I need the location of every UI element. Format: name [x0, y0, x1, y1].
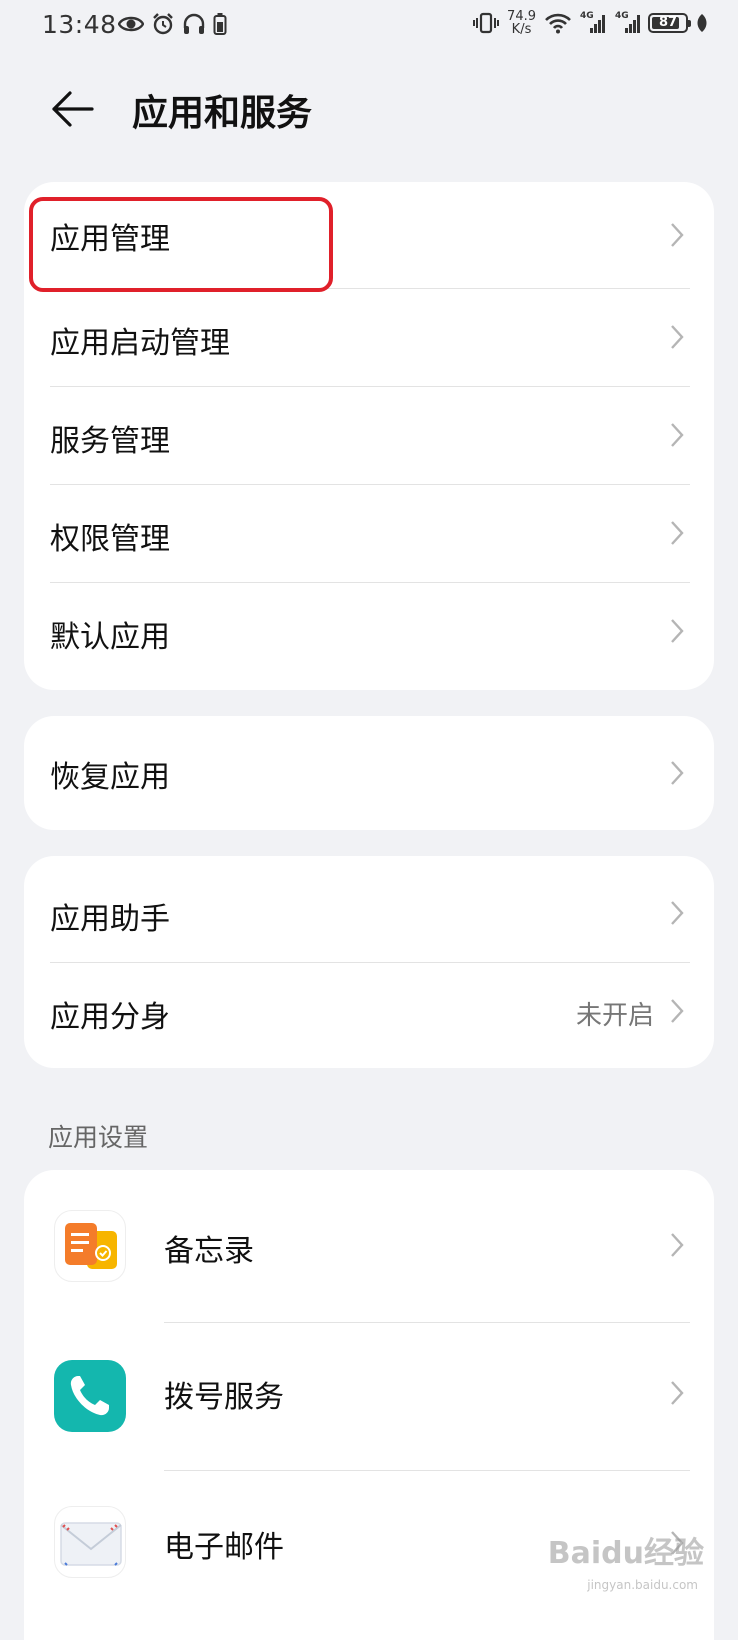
watermark-logo: Baidu经验 — [547, 1536, 704, 1571]
status-left-icons — [118, 12, 227, 36]
chevron-right-icon — [671, 619, 684, 643]
chevron-right-icon — [671, 223, 684, 247]
menu-item-label: 服务管理 — [50, 424, 170, 459]
section-title-app-settings: 应用设置 — [48, 1123, 149, 1152]
app-item-memo[interactable]: 备忘录 — [24, 1170, 714, 1322]
eye-icon — [118, 16, 144, 32]
menu-item-app-twin[interactable]: 应用分身 未开启 — [24, 962, 714, 1068]
chevron-right-icon — [671, 761, 684, 785]
wifi-icon — [545, 13, 571, 34]
menu-item-service-management[interactable]: 服务管理 — [24, 386, 714, 484]
network-speed: 74.9 K/s — [507, 10, 536, 36]
chevron-right-icon — [671, 521, 684, 545]
chevron-right-icon — [671, 1381, 684, 1405]
back-arrow-icon[interactable] — [48, 84, 98, 134]
menu-item-label: 应用分身 — [50, 1000, 170, 1035]
headphones-icon — [183, 13, 205, 34]
chevron-right-icon — [671, 901, 684, 925]
vibrate-icon — [473, 12, 500, 34]
menu-item-app-launch-management[interactable]: 应用启动管理 — [24, 288, 714, 386]
leaf-icon — [697, 14, 707, 32]
app-item-label: 拨号服务 — [164, 1380, 284, 1415]
menu-item-label: 应用启动管理 — [50, 326, 230, 361]
phone-icon — [54, 1360, 126, 1432]
app-item-dialer[interactable]: 拨号服务 — [24, 1322, 714, 1470]
menu-item-label: 权限管理 — [50, 522, 170, 557]
signal-2-tag: 4G — [615, 11, 629, 21]
menu-item-permission-management[interactable]: 权限管理 — [24, 484, 714, 582]
chevron-right-icon — [671, 1233, 684, 1257]
menu-item-label: 默认应用 — [50, 620, 170, 655]
email-icon — [54, 1506, 126, 1578]
alarm-icon — [153, 13, 173, 35]
app-item-label: 备忘录 — [164, 1234, 254, 1269]
small-battery-icon — [213, 13, 227, 35]
cell-signal-1-icon: 4G — [580, 11, 605, 33]
menu-item-default-apps[interactable]: 默认应用 — [24, 582, 714, 690]
battery-icon: 87 — [648, 13, 691, 33]
watermark-url: jingyan.baidu.com — [587, 1578, 698, 1592]
menu-item-restore-apps[interactable]: 恢复应用 — [24, 716, 714, 830]
chevron-right-icon — [671, 325, 684, 349]
menu-item-app-assistant[interactable]: 应用助手 — [24, 856, 714, 962]
signal-1-tag: 4G — [580, 11, 594, 21]
status-time: 13:48 — [42, 10, 117, 39]
header: 应用和服务 — [0, 66, 738, 156]
status-right-icons: 74.9 K/s 4G 4G 87 — [473, 10, 708, 36]
battery-percent: 87 — [658, 15, 678, 30]
settings-card-restore: 恢复应用 — [24, 716, 714, 830]
page-title: 应用和服务 — [132, 93, 313, 134]
menu-item-status: 未开启 — [575, 1001, 654, 1031]
app-item-label: 电子邮件 — [164, 1530, 284, 1565]
cell-signal-2-icon: 4G — [615, 11, 640, 33]
highlight-box — [29, 197, 333, 292]
menu-item-label: 恢复应用 — [50, 760, 170, 795]
chevron-right-icon — [671, 999, 684, 1023]
memo-icon — [54, 1210, 126, 1282]
settings-card-assist: 应用助手 应用分身 未开启 — [24, 856, 714, 1068]
status-bar: 13:48 74.9 K/s 4G 4G 87 — [0, 0, 738, 52]
chevron-right-icon — [671, 423, 684, 447]
network-speed-unit: K/s — [511, 22, 532, 37]
menu-item-label: 应用助手 — [50, 902, 170, 937]
